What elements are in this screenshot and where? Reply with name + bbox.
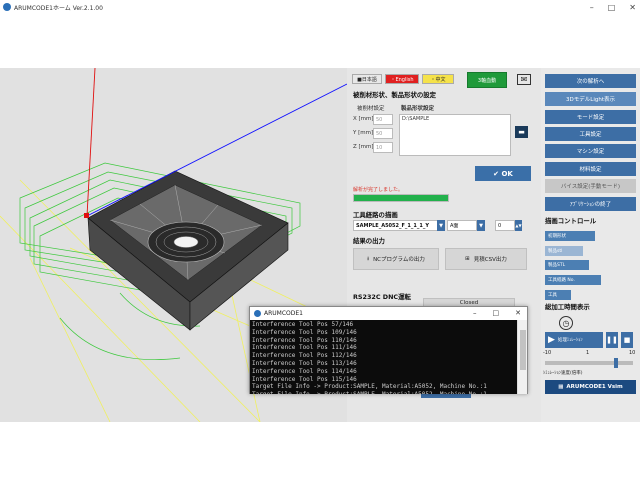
mode-settings-button[interactable]: モード設定	[545, 110, 636, 124]
nc-output-label: NCプログラムの出力	[373, 257, 425, 263]
folder-icon[interactable]: ▬	[515, 126, 528, 138]
product-stl-toggle[interactable]: 製品STL	[545, 260, 589, 270]
console-title: ARUMCODE1	[264, 310, 303, 317]
nc-output-button[interactable]: ⭳ NCプログラムの出力	[353, 248, 439, 270]
console-line: Interference Tool Pos 110/146	[252, 336, 357, 344]
vise-settings-button[interactable]: バイス設定(手動モード)	[545, 179, 636, 193]
console-line: Interference Tool Pos 112/146	[252, 352, 357, 360]
simulation-label: 処理ﾐｭﾚｰｼｮﾝ	[557, 338, 583, 343]
y-size-input[interactable]: 50	[373, 128, 393, 139]
app-logo-icon	[3, 3, 11, 11]
ok-button-label: OK	[501, 169, 513, 178]
tool-settings-button[interactable]: 工具設定	[545, 127, 636, 141]
maximize-icon[interactable]: □	[608, 3, 616, 12]
work-setting-label: 被削材設定	[357, 106, 385, 112]
shape-section-title: 被削材形状、製品形状の設定	[353, 91, 437, 99]
csv-output-button[interactable]: ⊞ 見積CSV出力	[445, 248, 527, 270]
console-scroll-thumb[interactable]	[520, 330, 526, 370]
window-title: ARUMCODE1ホーム Ver.2.1.00	[14, 4, 103, 12]
toolpath-file-select[interactable]: SAMPLE_A5052_F_1_1_1_Y	[353, 220, 439, 231]
pause-icon[interactable]: ❚❚	[606, 332, 618, 348]
console-line: Interference Tool Pos 115/146	[252, 375, 357, 383]
file-chevron-down-icon[interactable]: ▼	[437, 220, 445, 231]
simulation-play-button[interactable]: ▶ 処理ﾐｭﾚｰｼｮﾝ	[545, 332, 603, 348]
minimize-icon[interactable]: –	[590, 3, 594, 12]
face-select[interactable]: A面	[447, 220, 477, 231]
z-size-input[interactable]: 10	[373, 142, 393, 153]
console-scrollbar[interactable]	[517, 320, 527, 394]
number-stepper-icon[interactable]: ▲▼	[515, 220, 522, 231]
stop-icon[interactable]: ■	[621, 332, 633, 348]
machine-settings-button[interactable]: マシン設定	[545, 144, 636, 158]
check-icon: ✔	[493, 169, 502, 178]
light-3d-button[interactable]: 3DモデルLight表示	[545, 92, 636, 106]
progress-fill	[354, 195, 448, 201]
x-size-label: X [mm]	[353, 116, 374, 122]
close-icon[interactable]: ✕	[629, 3, 636, 12]
console-output: Interference Tool Pos 57/146 Interference…	[250, 320, 519, 394]
next-analysis-button[interactable]: 次の解析へ	[545, 74, 636, 88]
clock-icon[interactable]: ◷	[559, 316, 573, 330]
console-app-icon	[254, 310, 261, 317]
mail-icon[interactable]: ✉	[517, 74, 531, 85]
console-window[interactable]: ARUMCODE1 – □ ✕ Interference Tool Pos 57…	[249, 306, 528, 394]
lang-english-button[interactable]: ・English	[385, 74, 419, 84]
sim-speed-label: ｼﾐｭﾚｰｼｮﾝ速度(倍率)	[543, 371, 583, 376]
console-line: Interference Tool Pos 111/146	[252, 344, 357, 352]
film-icon: ▦	[558, 384, 564, 390]
app-exit-button[interactable]: ｱﾌﾟﾘｹｰｼｮﾝの終了	[545, 197, 636, 211]
draw-control-title: 描画コントロール	[545, 217, 597, 225]
ok-button[interactable]: ✔ OK	[475, 166, 531, 181]
calculator-icon: ⊞	[465, 256, 470, 262]
console-maximize-icon[interactable]: □	[493, 309, 500, 317]
x-size-input[interactable]: 50	[373, 114, 393, 125]
product-path-field[interactable]: D:\SAMPLE	[399, 114, 511, 156]
3axis-mode-button[interactable]: 3軸血動	[467, 72, 507, 88]
console-line: Interference Tool Pos 114/146	[252, 367, 357, 375]
tool-path-no-toggle[interactable]: 工具経路 No.	[545, 275, 601, 285]
console-line: Interference Tool Pos 109/146	[252, 328, 357, 336]
total-time-title: 総加工時間表示	[545, 303, 590, 311]
play-icon: ▶	[548, 335, 555, 345]
product-toggle[interactable]: 製品stl	[545, 246, 583, 256]
toolpath-number-input[interactable]: 0	[495, 220, 515, 231]
analysis-progress-bar	[353, 194, 449, 202]
control-panel: 次の解析へ 3DモデルLight表示 モード設定 工具設定 マシン設定 材料設定…	[541, 68, 640, 422]
lang-japanese-button[interactable]: ■日本語	[352, 74, 382, 84]
download-icon: ⭳	[367, 255, 370, 262]
lang-chinese-button[interactable]: ・中文	[422, 74, 454, 84]
product-setting-label: 製品形状設定	[401, 106, 435, 112]
slider-mid-label: 1	[586, 350, 590, 356]
dnc-section-title: RS232C DNC運転	[353, 293, 411, 301]
tool-toggle[interactable]: 工具	[545, 290, 571, 300]
console-line: Target File Info -> Product:SAMPLE, Mate…	[252, 391, 517, 394]
speed-slider-thumb[interactable]	[613, 358, 618, 368]
vsim-label: ARUMCODE1 Vsim	[566, 384, 623, 390]
slider-max-label: 10	[629, 350, 636, 356]
toolpath-section-title: 工具経路の描画	[353, 211, 398, 219]
material-settings-button[interactable]: 材料設定	[545, 162, 636, 176]
slider-min-label: -10	[543, 350, 552, 356]
workpiece-toggle[interactable]: 初期形状	[545, 231, 595, 241]
title-bar: ARUMCODE1ホーム Ver.2.1.00 – □ ✕	[0, 0, 640, 14]
console-close-icon[interactable]: ✕	[515, 309, 521, 317]
z-size-label: Z [mm]	[353, 144, 374, 150]
speed-slider-track[interactable]	[545, 358, 633, 368]
face-chevron-down-icon[interactable]: ▼	[477, 220, 485, 231]
console-line: Interference Tool Pos 57/146	[252, 321, 354, 328]
y-size-label: Y [mm]	[353, 130, 374, 136]
console-minimize-icon[interactable]: –	[473, 309, 477, 317]
console-line: Interference Tool Pos 113/146	[252, 359, 357, 367]
csv-output-label: 見積CSV出力	[473, 257, 507, 263]
output-section-title: 結果の出力	[353, 237, 385, 245]
status-message: 解析が完了しました。	[353, 187, 404, 193]
vsim-button[interactable]: ▦ ARUMCODE1 Vsim	[545, 380, 636, 394]
console-line: Target File Info -> Product:SAMPLE, Mate…	[252, 383, 487, 391]
